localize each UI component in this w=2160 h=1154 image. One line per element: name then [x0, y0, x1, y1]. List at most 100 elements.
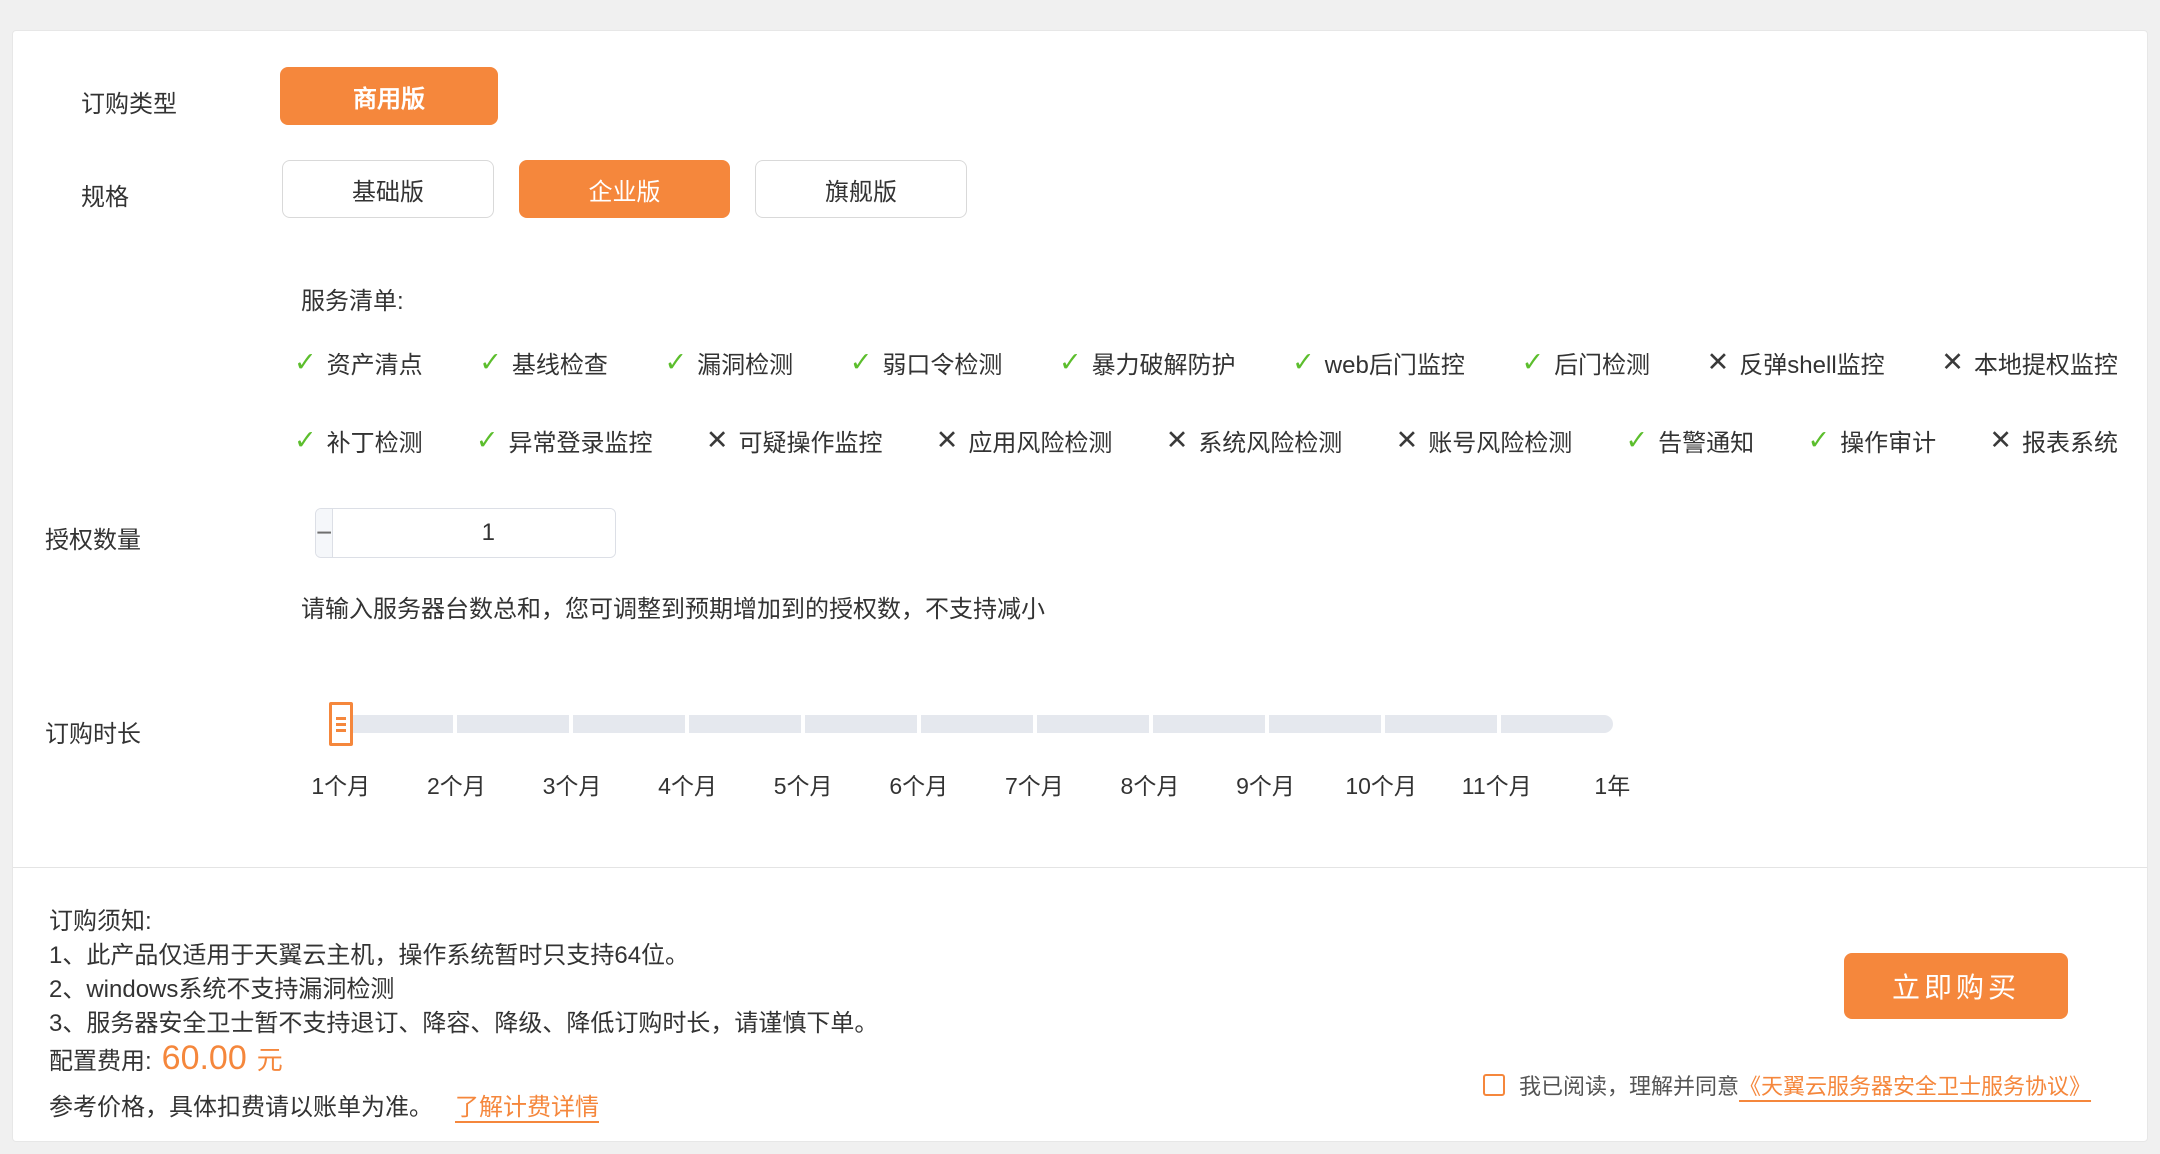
agreement-text: 我已阅读，理解并同意: [1519, 1069, 1739, 1101]
purchase-config-panel: 订购类型 商用版 规格 基础版 企业版 旗舰版 服务清单: ✓ 资产清点 ✓ 基…: [12, 30, 2148, 1142]
quantity-decrease-button[interactable]: −: [316, 509, 333, 557]
check-icon: ✓: [1807, 427, 1830, 454]
cross-icon: ✕: [1166, 427, 1189, 454]
service-item: ✕ 系统风险检测: [1166, 423, 1343, 458]
service-item: ✓ 后门检测: [1521, 345, 1650, 380]
service-item-label: 报表系统: [2022, 423, 2118, 458]
check-icon: ✓: [1292, 349, 1315, 376]
check-icon: ✓: [664, 349, 687, 376]
cross-icon: ✕: [1941, 349, 1964, 376]
duration-tick-label[interactable]: 9个月: [1208, 767, 1324, 801]
agreement-link[interactable]: 《天翼云服务器安全卫士服务协议》: [1739, 1069, 2091, 1101]
duration-tick-label[interactable]: 10个月: [1323, 767, 1439, 801]
duration-tick-label[interactable]: 8个月: [1092, 767, 1208, 801]
reference-price-row: 参考价格，具体扣费请以账单为准。 了解计费详情: [49, 1087, 599, 1122]
spec-option-flagship[interactable]: 旗舰版: [755, 160, 967, 218]
service-item: ✓ 暴力破解防护: [1059, 345, 1236, 380]
duration-tick-label[interactable]: 1年: [1555, 767, 1671, 801]
service-list-row-1: ✓ 资产清点 ✓ 基线检查 ✓ 漏洞检测 ✓ 弱口令检测 ✓ 暴力破解防护: [294, 345, 2118, 379]
duration-slider-track[interactable]: [341, 715, 1613, 733]
notice-item-1: 1、此产品仅适用于天翼云主机，操作系统暂时只支持64位。: [49, 939, 878, 973]
check-icon: ✓: [294, 427, 317, 454]
purchase-notice: 订购须知: 1、此产品仅适用于天翼云主机，操作系统暂时只支持64位。 2、win…: [49, 905, 878, 1041]
section-divider: [13, 867, 2147, 868]
service-item-label: 告警通知: [1658, 423, 1754, 458]
service-item: ✕ 账号风险检测: [1396, 423, 1573, 458]
service-item-label: 账号风险检测: [1428, 423, 1572, 458]
agreement-checkbox[interactable]: [1483, 1074, 1505, 1096]
duration-label: 订购时长: [45, 714, 141, 749]
service-item: ✓ 补丁检测: [294, 423, 423, 458]
spec-option-enterprise[interactable]: 企业版: [519, 160, 730, 218]
service-item-label: 基线检查: [512, 345, 608, 380]
service-item-label: 可疑操作监控: [738, 423, 882, 458]
service-item: ✓ 告警通知: [1626, 423, 1755, 458]
spec-label: 规格: [81, 177, 129, 212]
service-item-label: 暴力破解防护: [1092, 345, 1236, 380]
service-item-label: 操作审计: [1840, 423, 1936, 458]
service-item-label: 反弹shell监控: [1739, 345, 1884, 380]
quantity-input[interactable]: [333, 509, 616, 557]
service-item: ✓ 操作审计: [1807, 423, 1936, 458]
config-fee-unit: 元: [257, 1040, 283, 1077]
service-item-label: 补丁检测: [327, 423, 423, 458]
order-type-option-commercial[interactable]: 商用版: [280, 67, 498, 125]
duration-tick-label[interactable]: 1个月: [283, 767, 399, 801]
service-item-label: 弱口令检测: [882, 345, 1002, 380]
agreement-row: 我已阅读，理解并同意 《天翼云服务器安全卫士服务协议》: [1483, 1069, 2091, 1101]
service-item-label: 应用风险检测: [968, 423, 1112, 458]
duration-tick-label[interactable]: 2个月: [399, 767, 515, 801]
service-item: ✕ 报表系统: [1989, 423, 2118, 458]
reference-price-text: 参考价格，具体扣费请以账单为准。: [49, 1087, 433, 1122]
service-item: ✓ web后门监控: [1292, 345, 1465, 380]
service-item: ✓ 弱口令检测: [850, 345, 1003, 380]
service-item-label: 资产清点: [327, 345, 423, 380]
service-item: ✓ 资产清点: [294, 345, 423, 380]
service-item: ✓ 漏洞检测: [664, 345, 793, 380]
spec-option-basic-label: 基础版: [352, 172, 424, 207]
order-type-option-label: 商用版: [353, 79, 425, 114]
service-item-label: 系统风险检测: [1198, 423, 1342, 458]
quantity-stepper: − +: [315, 508, 616, 558]
duration-tick-labels: 1个月 2个月 3个月 4个月 5个月 6个月 7个月 8个月 9个月 10个月…: [283, 767, 1671, 801]
check-icon: ✓: [294, 349, 317, 376]
check-icon: ✓: [1521, 349, 1544, 376]
billing-details-link[interactable]: 了解计费详情: [455, 1087, 599, 1122]
duration-tick-label[interactable]: 6个月: [861, 767, 977, 801]
spec-option-basic[interactable]: 基础版: [282, 160, 494, 218]
duration-slider-handle[interactable]: [329, 702, 353, 746]
quantity-hint: 请输入服务器台数总和，您可调整到预期增加到的授权数，不支持减小: [301, 589, 1045, 624]
service-item: ✕ 应用风险检测: [936, 423, 1113, 458]
service-item-label: 异常登录监控: [509, 423, 653, 458]
check-icon: ✓: [479, 349, 502, 376]
service-item: ✕ 可疑操作监控: [706, 423, 883, 458]
buy-now-button[interactable]: 立即购买: [1844, 953, 2068, 1019]
duration-tick-label[interactable]: 11个月: [1439, 767, 1555, 801]
service-item: ✓ 基线检查: [479, 345, 608, 380]
service-item-label: 后门检测: [1554, 345, 1650, 380]
service-list-title: 服务清单:: [301, 281, 404, 316]
check-icon: ✓: [1059, 349, 1082, 376]
duration-tick-label[interactable]: 3个月: [514, 767, 630, 801]
spec-option-enterprise-label: 企业版: [589, 172, 661, 207]
notice-title: 订购须知:: [49, 905, 878, 939]
duration-tick-label[interactable]: 4个月: [630, 767, 746, 801]
quantity-label: 授权数量: [45, 520, 141, 555]
cross-icon: ✕: [1396, 427, 1419, 454]
service-list-row-2: ✓ 补丁检测 ✓ 异常登录监控 ✕ 可疑操作监控 ✕ 应用风险检测 ✕ 系统风险…: [294, 423, 2118, 457]
duration-tick-label[interactable]: 5个月: [745, 767, 861, 801]
config-fee-row: 配置费用: 60.00 元: [49, 1039, 283, 1078]
slider-handle-grip: [336, 717, 346, 720]
service-item: ✓ 异常登录监控: [476, 423, 653, 458]
service-item-label: 本地提权监控: [1974, 345, 2118, 380]
cross-icon: ✕: [1707, 349, 1730, 376]
config-fee-label: 配置费用:: [49, 1041, 152, 1076]
check-icon: ✓: [1626, 427, 1649, 454]
notice-item-3: 3、服务器安全卫士暂不支持退订、降容、降级、降低订购时长，请谨慎下单。: [49, 1007, 878, 1041]
config-fee-amount: 60.00: [162, 1039, 247, 1078]
check-icon: ✓: [850, 349, 873, 376]
check-icon: ✓: [476, 427, 499, 454]
service-item-label: web后门监控: [1325, 345, 1465, 380]
cross-icon: ✕: [706, 427, 729, 454]
duration-tick-label[interactable]: 7个月: [977, 767, 1093, 801]
